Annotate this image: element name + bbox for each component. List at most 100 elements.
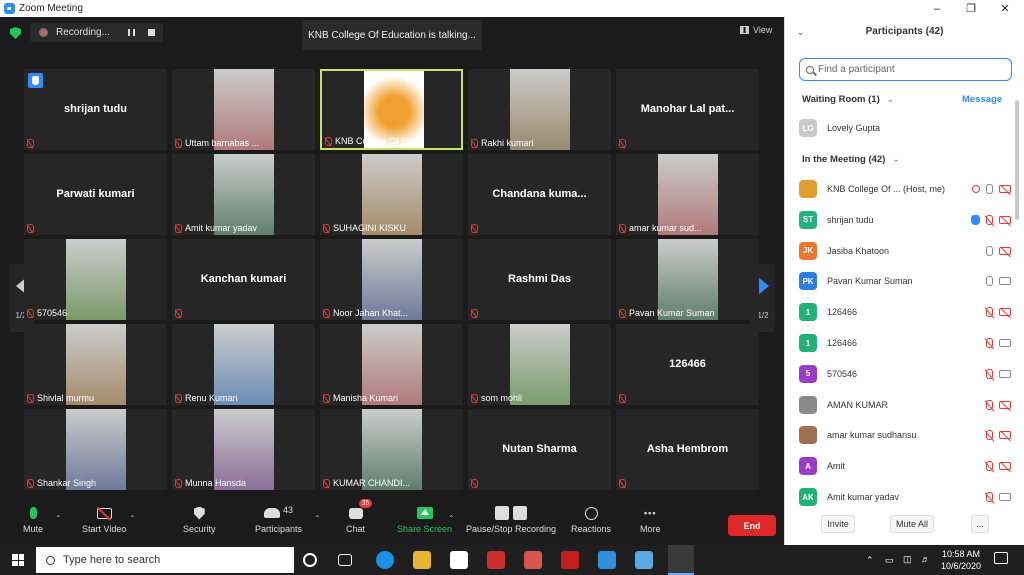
video-tile[interactable]: KNB College Of Edu... — [320, 69, 463, 150]
battery-icon[interactable]: ▭ — [885, 554, 894, 566]
mcafee-icon[interactable] — [561, 551, 579, 569]
taskbar-search-input[interactable]: Type here to search — [36, 547, 294, 573]
close-button[interactable]: ✕ — [988, 0, 1022, 17]
security-button[interactable]: Security — [183, 505, 216, 534]
mic-icon[interactable] — [986, 184, 993, 194]
participants-scrollbar[interactable] — [1015, 100, 1019, 220]
participants-options-caret[interactable]: ⌃ — [314, 514, 321, 523]
message-waiting-button[interactable]: Message — [962, 94, 1002, 105]
camera-off-icon[interactable] — [999, 308, 1011, 317]
camera-icon[interactable] — [999, 369, 1011, 378]
chevron-up-icon[interactable]: ⌃ — [866, 554, 874, 566]
mic-muted-icon[interactable] — [986, 492, 993, 502]
participant-row[interactable]: A Amit — [799, 455, 1019, 477]
in-meeting-header[interactable]: In the Meeting (42) ⌄ — [802, 154, 900, 165]
video-tile[interactable]: Shivlal murmu — [24, 324, 167, 405]
pause-stop-recording-button[interactable]: Pause/Stop Recording — [466, 505, 556, 534]
file-explorer-icon[interactable] — [413, 551, 431, 569]
share-screen-button[interactable]: Share Screen — [397, 505, 452, 534]
clock[interactable]: 10:58 AM 10/6/2020 — [936, 548, 986, 572]
camera-off-icon[interactable] — [999, 431, 1011, 440]
participant-row[interactable]: KNB College Of ... (Host, me) — [799, 178, 1019, 200]
participant-row[interactable]: JK Jasiba Khatoon — [799, 240, 1019, 262]
participant-row[interactable]: 5 570546 — [799, 363, 1019, 385]
camera-off-icon[interactable] — [999, 246, 1011, 255]
acrobat-icon[interactable] — [524, 551, 542, 569]
video-options-caret[interactable]: ⌃ — [129, 514, 136, 523]
camera-icon[interactable] — [999, 339, 1011, 347]
camera-icon[interactable] — [999, 493, 1011, 501]
pause-recording-icon[interactable] — [127, 29, 135, 36]
video-tile[interactable]: Uttam barnabas ... — [172, 69, 315, 150]
mic-muted-icon[interactable] — [986, 399, 993, 410]
video-tile[interactable]: Rakhi kumari — [468, 69, 611, 150]
mail-icon[interactable] — [598, 551, 616, 569]
participant-row[interactable]: ST shrijan tudu — [799, 209, 1019, 231]
mic-icon[interactable] — [986, 276, 993, 287]
mic-muted-icon[interactable] — [986, 368, 993, 379]
video-tile[interactable]: KUMAR CHANDI... — [320, 409, 463, 490]
invite-button[interactable]: Invite — [821, 515, 855, 533]
start-video-button[interactable]: Start Video — [82, 505, 126, 534]
participant-row[interactable]: LG Lovely Gupta — [799, 117, 1019, 139]
video-tile[interactable]: 126466 — [616, 324, 759, 405]
participants-button[interactable]: 43 Participants — [255, 505, 302, 534]
participant-row[interactable]: AK Amit kumar yadav — [799, 486, 1019, 508]
participant-row[interactable]: 1 126466 — [799, 301, 1019, 323]
mute-button[interactable]: Mute — [23, 505, 43, 534]
view-button[interactable]: View — [740, 25, 772, 35]
maximize-button[interactable]: ❐ — [954, 0, 988, 17]
encryption-shield-icon[interactable] — [10, 27, 21, 39]
video-tile[interactable]: shrijan tudu — [24, 69, 167, 150]
video-tile[interactable]: Amit kumar yadav — [172, 154, 315, 235]
camera-off-icon[interactable] — [999, 215, 1011, 224]
video-tile[interactable]: 570546 — [24, 239, 167, 320]
notifications-icon[interactable] — [994, 552, 1008, 564]
share-options-caret[interactable]: ⌃ — [448, 514, 455, 523]
video-tile[interactable]: Noor Jahan Khat... — [320, 239, 463, 320]
camera-off-icon[interactable] — [999, 400, 1011, 409]
participant-row[interactable]: PK Pavan Kumar Suman — [799, 270, 1019, 292]
network-icon[interactable]: ◫ — [903, 553, 912, 565]
chat-button[interactable]: 35 Chat — [346, 499, 373, 534]
video-tile[interactable]: Munna Hansda — [172, 409, 315, 490]
store-icon[interactable] — [450, 551, 468, 569]
video-tile[interactable]: Shankar Singh — [24, 409, 167, 490]
video-tile[interactable]: Manisha Kumari — [320, 324, 463, 405]
video-tile[interactable]: amar kumar sud... — [616, 154, 759, 235]
reactions-button[interactable]: Reactions — [571, 505, 611, 534]
video-tile[interactable]: Renu Kumari — [172, 324, 315, 405]
end-meeting-button[interactable]: End — [728, 515, 776, 536]
camera-off-icon[interactable] — [999, 185, 1011, 193]
video-tile[interactable]: SUHAGINI KISKU — [320, 154, 463, 235]
edge-icon[interactable] — [376, 551, 394, 569]
mute-all-button[interactable]: Mute All — [890, 515, 934, 533]
video-tile[interactable]: Asha Hembrom — [616, 409, 759, 490]
video-tile[interactable]: Chandana kuma... — [468, 154, 611, 235]
mic-muted-icon[interactable] — [986, 430, 993, 441]
video-tile[interactable]: Rashmi Das — [468, 239, 611, 320]
minimize-button[interactable]: – — [920, 0, 954, 17]
participant-row[interactable]: amar kumar sudhansu — [799, 424, 1019, 446]
video-tile[interactable]: Pavan Kumar Suman — [616, 239, 759, 320]
mic-muted-icon[interactable] — [986, 214, 993, 225]
video-tile[interactable]: Kanchan kumari — [172, 239, 315, 320]
raised-hand-icon[interactable] — [971, 214, 980, 225]
video-tile[interactable]: Manohar Lal pat... — [616, 69, 759, 150]
audio-options-caret[interactable]: ⌃ — [55, 514, 62, 523]
stop-recording-icon[interactable] — [147, 29, 155, 36]
notepad-icon[interactable] — [635, 551, 653, 569]
video-tile[interactable]: Parwati kumari — [24, 154, 167, 235]
video-tile[interactable]: som mohli — [468, 324, 611, 405]
windows-start-icon[interactable] — [12, 554, 24, 566]
more-options-button[interactable]: ... — [971, 515, 989, 533]
task-view-icon[interactable] — [338, 554, 352, 566]
zoom-taskbar-icon[interactable] — [668, 545, 694, 575]
pdf-reader-icon[interactable] — [487, 551, 505, 569]
camera-icon[interactable] — [999, 277, 1011, 286]
cortana-icon[interactable] — [303, 553, 317, 567]
participant-row[interactable]: 1 126466 — [799, 332, 1019, 354]
more-button[interactable]: ••• More — [640, 505, 661, 534]
participant-search-input[interactable]: Find a participant — [799, 58, 1012, 81]
waiting-room-header[interactable]: Waiting Room (1) ⌄ — [802, 94, 894, 105]
